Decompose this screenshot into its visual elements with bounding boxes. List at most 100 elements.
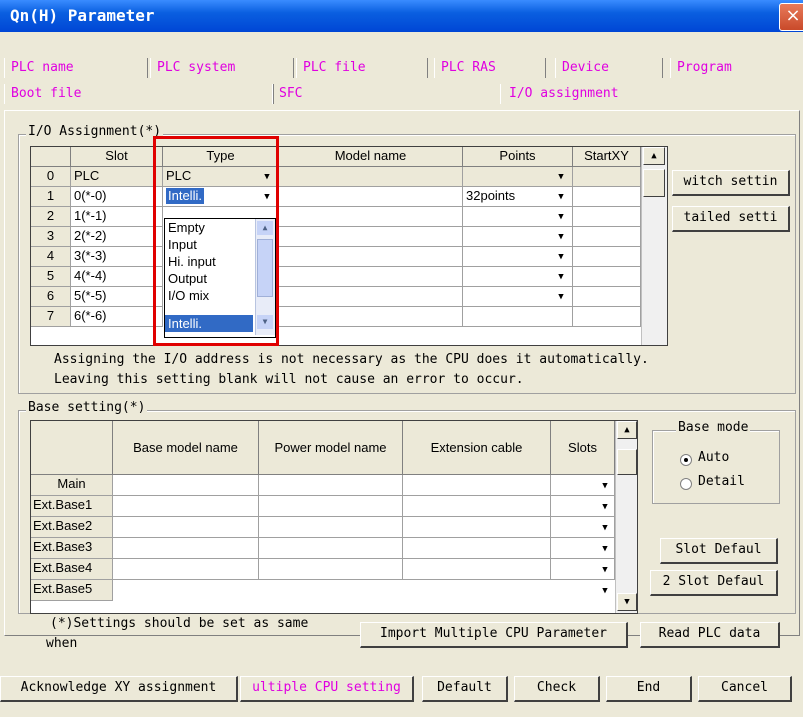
io-row-slot: 1(*-1) [71, 207, 163, 227]
io-row-number: 7 [31, 307, 71, 327]
slot-default-button[interactable]: Slot Defaul [660, 538, 778, 564]
chevron-down-icon[interactable] [597, 562, 613, 578]
io-row-slot: 6(*-6) [71, 307, 163, 327]
base-corner-header [31, 421, 113, 475]
type-column-highlight [153, 136, 279, 346]
chevron-down-icon[interactable] [597, 541, 613, 557]
import-multiple-cpu-button[interactable]: Import Multiple CPU Parameter [360, 622, 628, 648]
io-row-slot: 4(*-4) [71, 267, 163, 287]
io-row-startxy[interactable] [573, 287, 641, 307]
tab-sfc[interactable]: SFC [272, 84, 499, 104]
io-row-startxy[interactable] [573, 307, 641, 327]
tab-io-assignment[interactable]: I/O assignment [500, 84, 797, 104]
io-row-model-name[interactable] [279, 227, 463, 247]
io-row-slot: 3(*-3) [71, 247, 163, 267]
base-cell[interactable] [259, 538, 403, 559]
base-mode-auto-radio[interactable] [680, 454, 692, 466]
io-row-model-name[interactable] [279, 187, 463, 207]
tab-plc-name[interactable]: PLC name [4, 58, 148, 78]
base-cell[interactable] [259, 496, 403, 517]
base-cell[interactable] [113, 475, 259, 496]
chevron-down-icon[interactable] [553, 169, 569, 185]
io-row-model-name[interactable] [279, 287, 463, 307]
tab-plc-system[interactable]: PLC system [150, 58, 294, 78]
io-row-startxy[interactable] [573, 187, 641, 207]
chevron-down-icon[interactable] [597, 520, 613, 536]
io-note-line1: Assigning the I/O address is not necessa… [54, 352, 649, 367]
check-button[interactable]: Check [514, 676, 600, 702]
io-row-startxy[interactable] [573, 207, 641, 227]
end-button[interactable]: End [606, 676, 692, 702]
tab-device[interactable]: Device [555, 58, 663, 78]
arrow-down-icon[interactable]: ▼ [617, 593, 637, 611]
io-row-startxy[interactable] [573, 247, 641, 267]
base-cell[interactable] [259, 517, 403, 538]
io-row-number: 6 [31, 287, 71, 307]
base-cell[interactable] [403, 538, 551, 559]
chevron-down-icon[interactable] [553, 189, 569, 205]
chevron-down-icon[interactable] [553, 249, 569, 265]
scroll-thumb[interactable] [617, 449, 637, 475]
base-cell[interactable] [113, 538, 259, 559]
base-mode-detail-radio[interactable] [680, 478, 692, 490]
base-row-label-ext2: Ext.Base2 [31, 517, 113, 538]
io-note-line2: Leaving this setting blank will not caus… [54, 372, 524, 387]
io-row-model-name[interactable] [279, 207, 463, 227]
slot-default-2-button[interactable]: 2 Slot Defaul [650, 570, 778, 596]
chevron-down-icon[interactable] [553, 269, 569, 285]
io-row-slot: 0(*-0) [71, 187, 163, 207]
io-header-startxy: StartXY [573, 147, 641, 167]
cancel-button[interactable]: Cancel [698, 676, 792, 702]
io-row-number: 2 [31, 207, 71, 227]
tab-program[interactable]: Program [670, 58, 795, 78]
tab-plc-ras[interactable]: PLC RAS [434, 58, 546, 78]
io-row-model-name[interactable] [279, 267, 463, 287]
scroll-thumb[interactable] [643, 169, 665, 197]
io-row-points[interactable] [463, 307, 573, 327]
tab-plc-file[interactable]: PLC file [296, 58, 428, 78]
base-mode-title: Base mode [676, 420, 751, 435]
chevron-down-icon[interactable] [597, 499, 613, 515]
read-plc-data-button[interactable]: Read PLC data [640, 622, 780, 648]
io-table-scrollbar[interactable]: ▲ [641, 147, 667, 345]
base-row-label-main: Main [31, 475, 113, 496]
io-row-startxy[interactable] [573, 167, 641, 187]
base-row-label-ext3: Ext.Base3 [31, 538, 113, 559]
base-cell[interactable] [259, 475, 403, 496]
base-cell[interactable] [113, 559, 259, 580]
arrow-up-icon[interactable]: ▲ [617, 421, 637, 439]
base-cell[interactable] [113, 517, 259, 538]
base-cell[interactable] [403, 559, 551, 580]
io-row-model-name[interactable] [279, 247, 463, 267]
detailed-setting-button[interactable]: tailed setti [672, 206, 790, 232]
io-row-slot: 5(*-5) [71, 287, 163, 307]
io-row-startxy[interactable] [573, 227, 641, 247]
io-row-model-name[interactable] [279, 167, 463, 187]
tab-boot-file[interactable]: Boot file [4, 84, 274, 104]
base-cell[interactable] [403, 496, 551, 517]
base-mode-detail-label: Detail [698, 474, 745, 489]
io-row-model-name[interactable] [279, 307, 463, 327]
io-row-startxy[interactable] [573, 267, 641, 287]
chevron-down-icon[interactable] [597, 583, 613, 599]
io-row-slot: PLC [71, 167, 163, 187]
multiple-cpu-setting-button[interactable]: ultiple CPU setting [240, 676, 414, 702]
base-cell[interactable] [259, 559, 403, 580]
default-button[interactable]: Default [422, 676, 508, 702]
base-setting-group-title: Base setting(*) [26, 400, 148, 415]
base-row-label-ext1: Ext.Base1 [31, 496, 113, 517]
io-header-slot: Slot [71, 147, 163, 167]
close-icon[interactable]: × [779, 3, 803, 31]
base-cell[interactable] [113, 496, 259, 517]
acknowledge-xy-button[interactable]: Acknowledge XY assignment [0, 676, 238, 702]
chevron-down-icon[interactable] [553, 229, 569, 245]
arrow-up-icon[interactable]: ▲ [643, 147, 665, 165]
base-cell[interactable] [403, 517, 551, 538]
chevron-down-icon[interactable] [597, 478, 613, 494]
base-table-scrollbar[interactable]: ▲ ▼ [615, 421, 637, 613]
io-row-number: 3 [31, 227, 71, 247]
chevron-down-icon[interactable] [553, 289, 569, 305]
chevron-down-icon[interactable] [553, 209, 569, 225]
switch-setting-button[interactable]: witch settin [672, 170, 790, 196]
base-cell[interactable] [403, 475, 551, 496]
